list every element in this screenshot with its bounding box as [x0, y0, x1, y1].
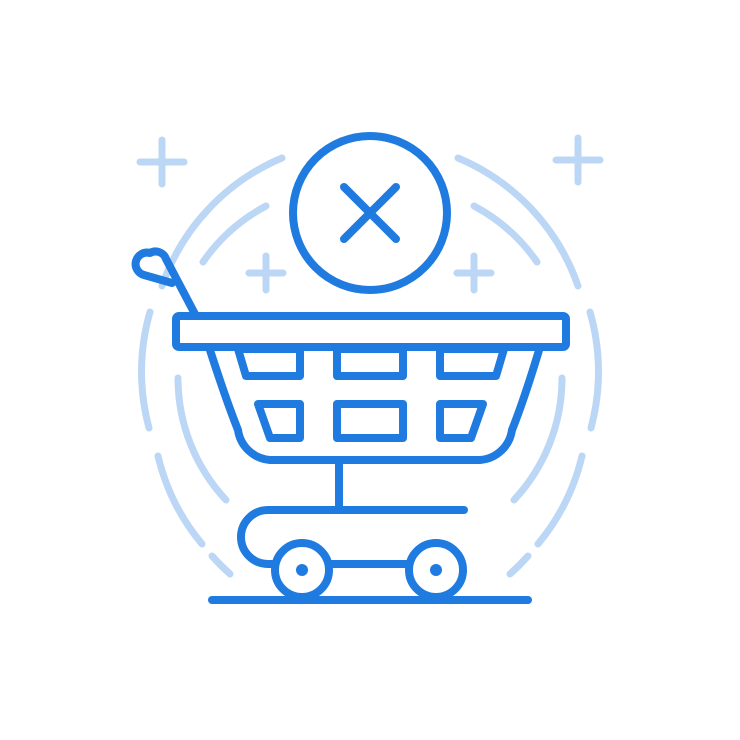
radiating-arc-icon [534, 452, 586, 548]
basket-slot [254, 400, 304, 442]
radiating-arc-icon [199, 202, 270, 266]
sparkle-plus-icon [552, 134, 604, 186]
cart-wheel [271, 539, 333, 601]
basket-slot [333, 345, 407, 380]
radiating-arc-icon [586, 308, 602, 432]
close-circle-icon [289, 132, 451, 294]
cart-rim [172, 312, 570, 351]
illustration-canvas [0, 0, 740, 740]
sparkle-plus-icon [453, 252, 495, 294]
shopping-cart-icon [131, 247, 570, 604]
radiating-arc-icon [208, 552, 234, 578]
basket-slot [436, 400, 487, 442]
radiating-arc-icon [138, 308, 154, 432]
radiating-arc-icon [154, 452, 206, 548]
cart-cancel-illustration [131, 132, 604, 604]
basket-slot [234, 345, 304, 380]
basket-slot [333, 400, 407, 442]
sparkle-plus-icon [245, 252, 287, 294]
radiating-arc-icon [506, 552, 532, 578]
radiating-arc-icon [174, 374, 230, 504]
radiating-arc-icon [470, 202, 541, 266]
cart-wheel [405, 539, 467, 601]
cart-handle [131, 247, 200, 320]
sparkle-plus-icon [136, 136, 188, 188]
basket-slot [436, 345, 508, 380]
